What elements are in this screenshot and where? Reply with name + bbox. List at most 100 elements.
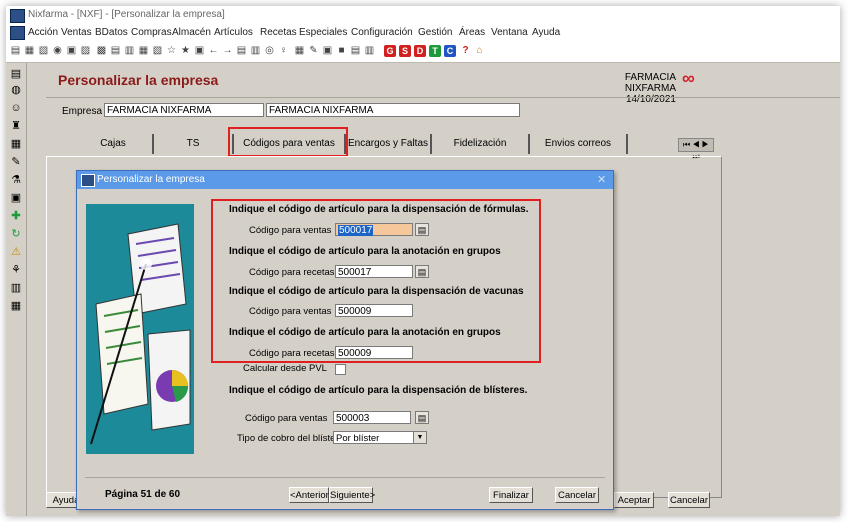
codigo-ventas-vacunas-input[interactable]: 500009 (335, 304, 413, 317)
toolbar-icon[interactable]: ▥ (250, 45, 261, 57)
menu-gestion[interactable]: Gestión (418, 27, 452, 38)
toolbar-t-button[interactable]: T (429, 45, 441, 57)
tab-encargos-faltas[interactable]: Encargos y Faltas (346, 134, 432, 154)
close-icon[interactable]: ✕ (597, 173, 606, 186)
menu-compras[interactable]: Compras (131, 27, 172, 38)
divider (85, 477, 605, 478)
app-icon (10, 9, 25, 23)
codigo-recetas-formulas-input[interactable]: 500017 (335, 265, 413, 278)
menu-almacen[interactable]: Almacén (172, 27, 211, 38)
menu-accion[interactable]: Acción (28, 27, 58, 38)
warning-icon[interactable]: ⚠ (9, 245, 23, 259)
toolbar-icon[interactable]: ▦ (24, 45, 35, 57)
tipo-cobro-select[interactable]: Por blíster ▼ (333, 431, 427, 444)
toolbar-icon[interactable]: ▥ (364, 45, 375, 57)
window-title: Nixfarma - [NXF] - [Personalizar la empr… (28, 9, 225, 20)
toolbar-icon[interactable]: ✎ (308, 45, 319, 57)
toolbar-icon[interactable]: ▣ (66, 45, 77, 57)
toolbar-icon[interactable]: ▦ (138, 45, 149, 57)
accept-button[interactable]: Aceptar (614, 492, 654, 508)
arrow-left-icon[interactable]: ← (208, 45, 219, 57)
cancel-main-button[interactable]: Cancelar (668, 492, 710, 508)
cancel-button[interactable]: Cancelar (555, 487, 599, 503)
help-icon[interactable]: ? (460, 45, 471, 57)
codigo-ventas-formulas-input[interactable]: 500017 (335, 223, 413, 236)
toolbar-c-button[interactable]: C (444, 45, 456, 57)
refresh-icon[interactable]: ↻ (9, 227, 23, 241)
field-label: Código para ventas (249, 225, 332, 236)
calc-pvl-checkbox[interactable] (335, 364, 346, 375)
tab-fidelizacion[interactable]: Fidelización (432, 134, 530, 154)
toolbar-icon[interactable]: ▤ (350, 45, 361, 57)
lookup-icon[interactable]: ▤ (415, 265, 429, 278)
lookup-icon[interactable]: ▤ (415, 223, 429, 236)
page-title: Personalizar la empresa (58, 72, 219, 88)
left-tool-icon[interactable]: ▦ (9, 299, 23, 313)
star-outline-icon[interactable]: ☆ (166, 45, 177, 57)
field-label: Código para ventas (249, 306, 332, 317)
left-tool-icon[interactable]: ♜ (9, 119, 23, 133)
toolbar-icon[interactable]: ▤ (110, 45, 121, 57)
tab-nav-arrows[interactable]: ⏮ ◀ ▶ ⏭ (678, 138, 714, 161)
toolbar-icon[interactable]: ▤ (10, 45, 21, 57)
tipo-cobro-value: Por blíster (336, 433, 380, 444)
toolbar-icon[interactable]: ■ (336, 45, 347, 57)
toolbar-icon[interactable]: ▨ (80, 45, 91, 57)
tab-envios-correos[interactable]: Envios correos (530, 134, 628, 154)
pencil-icon[interactable]: ✎ (9, 155, 23, 169)
menu-ayuda[interactable]: Ayuda (532, 27, 560, 38)
user-icon[interactable]: ☺ (9, 101, 23, 115)
tab-cajas[interactable]: Cajas (74, 134, 154, 154)
menu-especiales[interactable]: Especiales (299, 27, 347, 38)
toolbar-icon[interactable]: ▤ (236, 45, 247, 57)
toolbar-icon[interactable]: ▥ (124, 45, 135, 57)
divider (46, 97, 840, 98)
left-tool-icon[interactable]: ▣ (9, 191, 23, 205)
tab-ts[interactable]: TS (154, 134, 234, 154)
page-indicator: Página 51 de 60 (105, 489, 181, 500)
chevron-down-icon[interactable]: ▼ (413, 432, 426, 443)
menu-configuracion[interactable]: Configuración (351, 27, 413, 38)
left-tool-icon[interactable]: ⚘ (9, 263, 23, 277)
left-tool-icon[interactable]: ◍ (9, 83, 23, 97)
field-label: Código para recetas (249, 267, 335, 278)
codigo-ventas-blisteres-input[interactable]: 500003 (333, 411, 411, 424)
menu-ventas[interactable]: Ventas (61, 27, 92, 38)
tipo-cobro-label: Tipo de cobro del blíster (237, 433, 339, 444)
plus-icon[interactable]: ✚ (9, 209, 23, 223)
codigo-recetas-vacunas-input[interactable]: 500009 (335, 346, 413, 359)
empresa-code-field[interactable]: FARMACIA NIXFARMA (104, 103, 264, 117)
toolbar-icon[interactable]: ▣ (194, 45, 205, 57)
toolbar-icon[interactable]: ▩ (96, 45, 107, 57)
lookup-icon[interactable]: ▤ (415, 411, 429, 424)
left-tool-icon[interactable]: ▦ (9, 137, 23, 151)
home-icon[interactable]: ⌂ (474, 45, 485, 57)
document-icon[interactable] (10, 26, 25, 40)
menu-bdatos[interactable]: BDatos (95, 27, 128, 38)
menu-areas[interactable]: Áreas (459, 27, 485, 38)
toolbar-icon[interactable]: ▦ (294, 45, 305, 57)
next-button[interactable]: Siguiente> (329, 487, 375, 503)
toolbar-d-button[interactable]: D (414, 45, 426, 57)
section-heading: Indique el código de artículo para la an… (229, 327, 501, 338)
toolbar-icon[interactable]: ▣ (322, 45, 333, 57)
arrow-right-icon[interactable]: → (222, 45, 233, 57)
menu-recetas[interactable]: Recetas (260, 27, 297, 38)
toolbar-icon[interactable]: ◎ (264, 45, 275, 57)
toolbar-icon[interactable]: ▧ (38, 45, 49, 57)
pin-icon[interactable]: ♀ (278, 45, 289, 57)
field-value: 500017 (338, 225, 374, 236)
toolbar-g-button[interactable]: G (384, 45, 396, 57)
toolbar-icon[interactable]: ◉ (52, 45, 63, 57)
toolbar-icon[interactable]: ▧ (152, 45, 163, 57)
menu-ventana[interactable]: Ventana (491, 27, 528, 38)
empresa-name-field[interactable]: FARMACIA NIXFARMA (266, 103, 520, 117)
finish-button[interactable]: Finalizar (489, 487, 533, 503)
toolbar-s-button[interactable]: S (399, 45, 411, 57)
left-tool-icon[interactable]: ▤ (9, 67, 23, 81)
left-tool-icon[interactable]: ▥ (9, 281, 23, 295)
prev-button[interactable]: <Anterior (289, 487, 329, 503)
menu-articulos[interactable]: Artículos (214, 27, 253, 38)
star-icon[interactable]: ★ (180, 45, 191, 57)
left-tool-icon[interactable]: ⚗ (9, 173, 23, 187)
